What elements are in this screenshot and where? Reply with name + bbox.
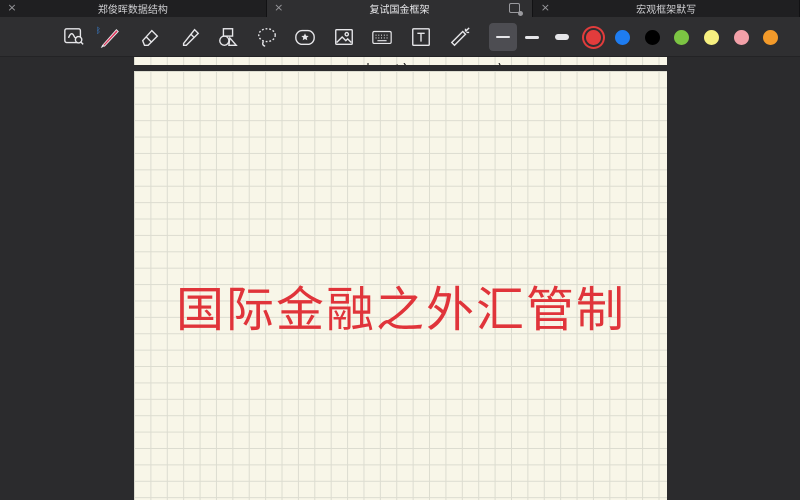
tab-label: 宏观框架默写 [636,5,697,16]
laser-pointer-icon[interactable] [448,25,472,49]
tab-label: 郑俊晖数据结构 [97,5,168,16]
stroke-medium-icon [525,35,539,39]
tab-label: 复试国金框架 [369,5,430,16]
previous-page[interactable] [134,57,667,66]
color-orange-swatch[interactable] [763,30,778,45]
shapes-icon[interactable] [216,25,240,49]
close-icon[interactable]: × [539,1,551,14]
tab-bar: × 郑俊晖数据结构 × 复试国金框架 × 宏观框架默写 [0,0,800,17]
image-icon[interactable] [332,25,356,49]
previous-page-ink [367,62,501,65]
sticker-icon[interactable] [293,25,317,49]
color-black-swatch[interactable] [645,30,660,45]
stroke-medium-button[interactable] [520,25,544,49]
color-pink-swatch[interactable] [734,30,749,45]
color-yellow-swatch[interactable] [704,30,719,45]
text-box-icon[interactable] [409,25,433,49]
tab-intl-finance-framework[interactable]: × 复试国金框架 [266,0,534,17]
drawing-toolbar: ᛒ [0,17,800,57]
lasso-icon[interactable] [255,25,279,49]
stroke-thin-icon [496,36,510,38]
color-blue-swatch[interactable] [615,30,630,45]
handwritten-title: 国际金融之外汇管制 [176,282,627,338]
tab-data-structures[interactable]: × 郑俊晖数据结构 [0,0,267,17]
bluetooth-icon: ᛒ [96,26,101,35]
eraser-icon[interactable] [138,25,162,49]
keyboard-icon[interactable] [370,25,394,49]
canvas-area[interactable] [0,57,800,500]
notes-app: × 郑俊晖数据结构 × 复试国金框架 × 宏观框架默写 ᛒ 国际金融之外汇管制 [0,0,800,500]
close-icon[interactable]: × [273,1,285,14]
split-view-icon[interactable] [509,3,524,16]
pen-icon[interactable] [98,25,122,49]
stroke-thick-icon [555,34,569,40]
close-icon[interactable]: × [6,1,18,14]
stroke-thin-button[interactable] [489,23,517,51]
tab-macro-framework[interactable]: × 宏观框架默写 [533,0,800,17]
stroke-thick-button[interactable] [550,25,574,49]
color-green-swatch[interactable] [674,30,689,45]
color-red-swatch[interactable] [586,30,601,45]
lasso-view-icon[interactable] [62,25,86,49]
highlighter-icon[interactable] [178,25,202,49]
